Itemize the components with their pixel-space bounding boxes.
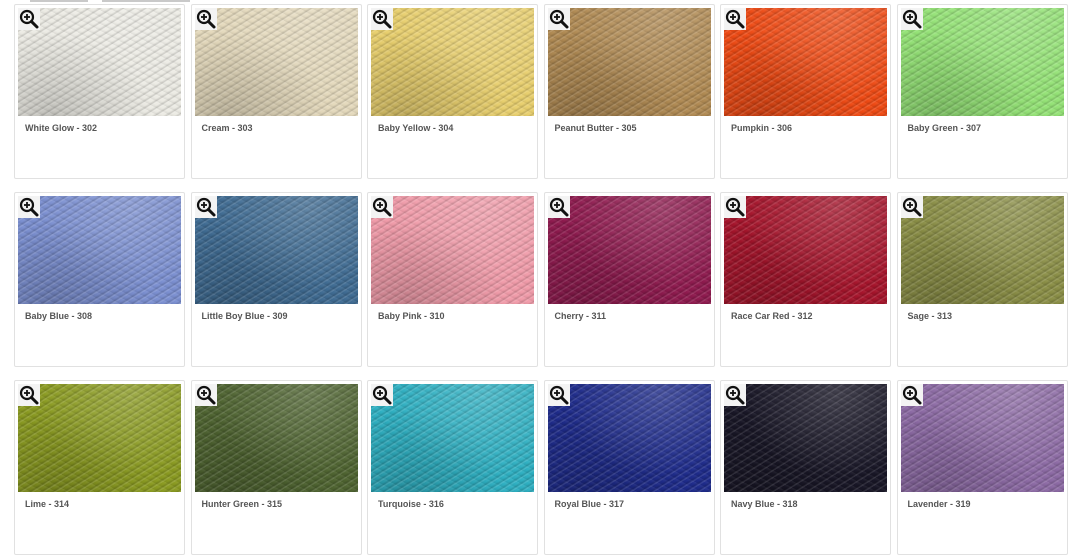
swatch-card[interactable]: Navy Blue - 318 bbox=[720, 380, 891, 555]
swatch-label: Baby Pink - 310 bbox=[378, 311, 445, 321]
swatch-label: Lime - 314 bbox=[25, 499, 70, 509]
yarn-texture bbox=[194, 384, 358, 492]
swatch-image[interactable] bbox=[547, 196, 711, 304]
swatch-image[interactable] bbox=[547, 384, 711, 492]
swatch-image[interactable] bbox=[194, 384, 358, 492]
swatch-image[interactable] bbox=[371, 384, 534, 492]
swatch-card[interactable]: Baby Green - 307 bbox=[896, 4, 1068, 179]
yarn-texture bbox=[18, 384, 181, 492]
swatch-card[interactable]: Lavender - 319 bbox=[896, 380, 1068, 555]
swatch-label: Peanut Butter - 305 bbox=[554, 123, 637, 133]
swatch-label: Royal Blue - 317 bbox=[554, 499, 625, 509]
zoom-in-icon[interactable] bbox=[194, 8, 217, 30]
swatch-card[interactable]: Hunter Green - 315 bbox=[190, 380, 362, 555]
swatch-card[interactable]: Cream - 303 bbox=[190, 4, 362, 179]
swatch-card[interactable]: Lime - 314 bbox=[14, 380, 185, 555]
zoom-in-icon[interactable] bbox=[371, 384, 393, 406]
swatch-image[interactable] bbox=[724, 196, 887, 304]
zoom-in-icon[interactable] bbox=[18, 8, 40, 30]
zoom-in-icon[interactable] bbox=[724, 196, 746, 218]
swatch-image[interactable] bbox=[724, 8, 887, 116]
swatch-card[interactable]: Turquoise - 316 bbox=[367, 380, 538, 555]
yarn-texture bbox=[371, 384, 534, 492]
yarn-texture bbox=[371, 8, 534, 116]
yarn-texture bbox=[900, 8, 1064, 116]
yarn-texture bbox=[724, 8, 887, 116]
swatch-image[interactable] bbox=[724, 384, 887, 492]
zoom-in-icon[interactable] bbox=[547, 8, 570, 30]
swatch-label: Pumpkin - 306 bbox=[731, 123, 793, 133]
yarn-texture bbox=[724, 384, 887, 492]
swatch-label: Baby Green - 307 bbox=[907, 123, 982, 133]
yarn-texture bbox=[18, 8, 181, 116]
swatch-card[interactable]: Baby Blue - 308 bbox=[14, 192, 185, 367]
swatch-label: Little Boy Blue - 309 bbox=[201, 311, 288, 321]
swatch-label: Race Car Red - 312 bbox=[731, 311, 813, 321]
zoom-in-icon[interactable] bbox=[18, 196, 40, 218]
yarn-texture bbox=[900, 384, 1064, 492]
top-divider-right bbox=[102, 0, 190, 2]
swatch-image[interactable] bbox=[194, 8, 358, 116]
swatch-card[interactable]: White Glow - 302 bbox=[14, 4, 185, 179]
zoom-in-icon[interactable] bbox=[547, 384, 570, 406]
yarn-texture bbox=[547, 196, 711, 304]
swatch-card[interactable]: Little Boy Blue - 309 bbox=[190, 192, 362, 367]
swatch-image[interactable] bbox=[900, 8, 1064, 116]
swatch-image[interactable] bbox=[547, 8, 711, 116]
swatch-label: Cherry - 311 bbox=[554, 311, 607, 321]
swatch-image[interactable] bbox=[900, 196, 1064, 304]
swatch-label: Turquoise - 316 bbox=[378, 499, 444, 509]
swatch-label: Lavender - 319 bbox=[907, 499, 971, 509]
yarn-texture bbox=[547, 384, 711, 492]
zoom-in-icon[interactable] bbox=[900, 196, 923, 218]
swatch-card[interactable]: Baby Yellow - 304 bbox=[367, 4, 538, 179]
swatch-image[interactable] bbox=[194, 196, 358, 304]
yarn-texture bbox=[371, 196, 534, 304]
yarn-texture bbox=[18, 196, 181, 304]
swatch-image[interactable] bbox=[18, 384, 181, 492]
swatch-card[interactable]: Peanut Butter - 305 bbox=[543, 4, 715, 179]
swatch-image[interactable] bbox=[371, 8, 534, 116]
swatch-label: White Glow - 302 bbox=[25, 123, 98, 133]
swatch-card[interactable]: Pumpkin - 306 bbox=[720, 4, 891, 179]
yarn-texture bbox=[194, 196, 358, 304]
top-divider-left bbox=[30, 0, 88, 2]
yarn-texture bbox=[194, 8, 358, 116]
swatch-image[interactable] bbox=[18, 8, 181, 116]
zoom-in-icon[interactable] bbox=[371, 8, 393, 30]
zoom-in-icon[interactable] bbox=[547, 196, 570, 218]
zoom-in-icon[interactable] bbox=[724, 8, 746, 30]
zoom-in-icon[interactable] bbox=[194, 384, 217, 406]
yarn-texture bbox=[547, 8, 711, 116]
swatch-label: Baby Blue - 308 bbox=[25, 311, 93, 321]
zoom-in-icon[interactable] bbox=[900, 8, 923, 30]
zoom-in-icon[interactable] bbox=[194, 196, 217, 218]
swatch-image[interactable] bbox=[371, 196, 534, 304]
swatch-image[interactable] bbox=[900, 384, 1064, 492]
swatch-label: Baby Yellow - 304 bbox=[378, 123, 454, 133]
swatch-card[interactable]: Cherry - 311 bbox=[543, 192, 715, 367]
swatch-label: Cream - 303 bbox=[201, 123, 253, 133]
yarn-texture bbox=[724, 196, 887, 304]
swatch-card[interactable]: Royal Blue - 317 bbox=[543, 380, 715, 555]
swatch-label: Sage - 313 bbox=[907, 311, 953, 321]
swatch-card[interactable]: Baby Pink - 310 bbox=[367, 192, 538, 367]
zoom-in-icon[interactable] bbox=[371, 196, 393, 218]
zoom-in-icon[interactable] bbox=[900, 384, 923, 406]
swatch-label: Navy Blue - 318 bbox=[731, 499, 798, 509]
swatch-card[interactable]: Race Car Red - 312 bbox=[720, 192, 891, 367]
swatch-image[interactable] bbox=[18, 196, 181, 304]
swatch-label: Hunter Green - 315 bbox=[201, 499, 283, 509]
zoom-in-icon[interactable] bbox=[724, 384, 746, 406]
zoom-in-icon[interactable] bbox=[18, 384, 40, 406]
swatch-card[interactable]: Sage - 313 bbox=[896, 192, 1068, 367]
yarn-texture bbox=[900, 196, 1064, 304]
color-swatch-grid: White Glow - 302 Cream - 303 Baby Yellow -… bbox=[14, 4, 1068, 555]
